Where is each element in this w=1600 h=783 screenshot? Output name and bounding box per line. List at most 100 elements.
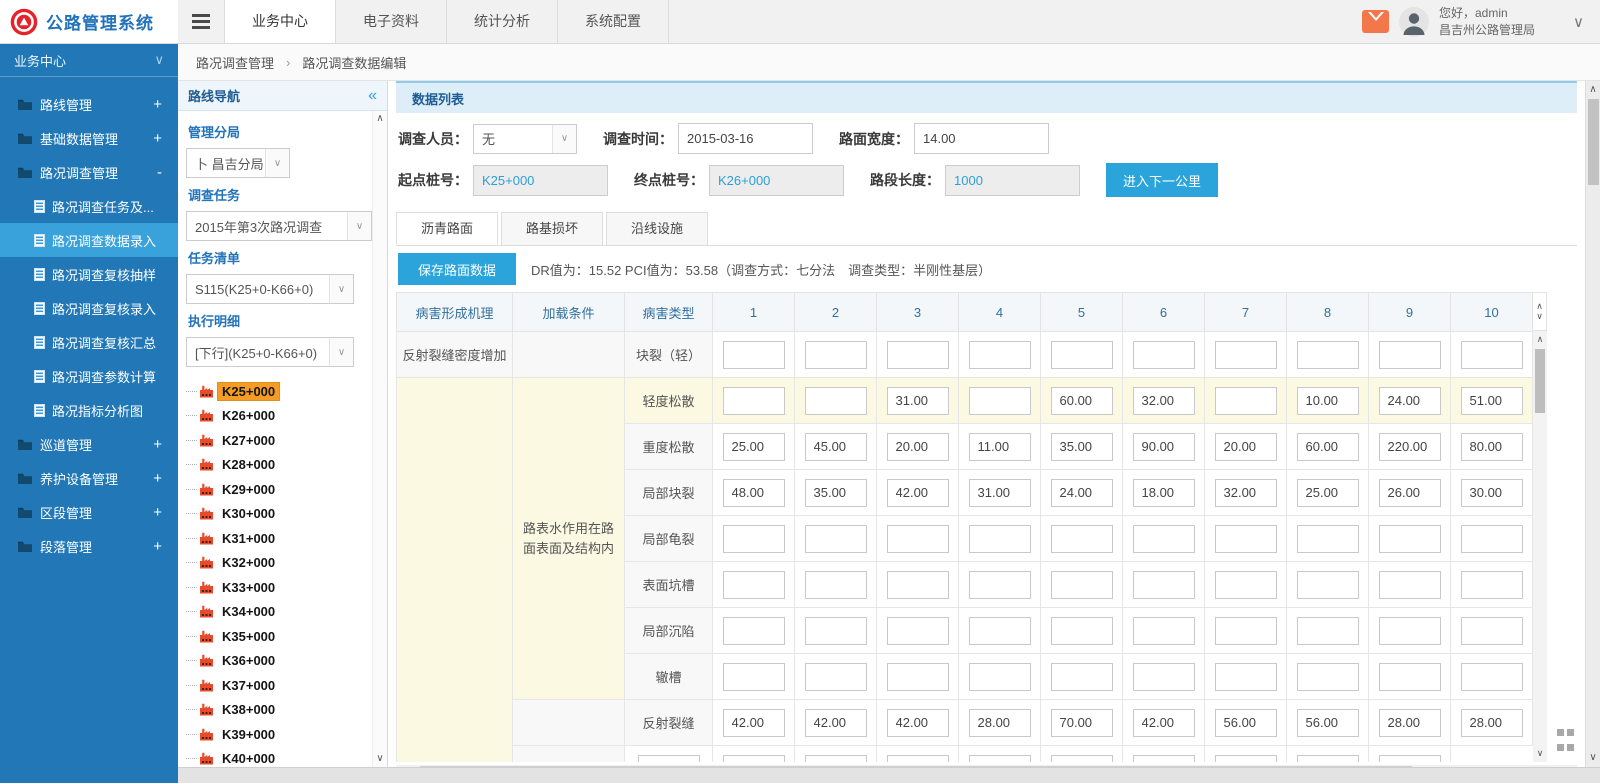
scroll-down-icon[interactable]: ∨	[1589, 752, 1596, 764]
damage-value-input[interactable]	[1215, 617, 1277, 645]
damage-value-input[interactable]	[969, 479, 1031, 507]
panel-vertical-scrollbar[interactable]: ∧ ∨	[372, 111, 387, 767]
scrollbar-thumb[interactable]	[1535, 349, 1545, 413]
station-node[interactable]: K26+000	[186, 404, 369, 429]
page-horizontal-scrollbar[interactable]	[178, 767, 1600, 783]
damage-value-input[interactable]	[1133, 341, 1195, 369]
nav-section-dropdown[interactable]: 卜 昌吉分局∨	[186, 148, 290, 178]
menu-toggle-icon[interactable]	[178, 0, 224, 43]
surveyor-select[interactable]: 无 ∨	[473, 124, 577, 154]
damage-value-input[interactable]	[1461, 341, 1523, 369]
damage-value-input[interactable]	[1297, 433, 1359, 461]
sidebar-subitem[interactable]: 路况调查复核录入	[0, 291, 178, 325]
tab-inactive[interactable]: 路基损坏	[501, 212, 603, 245]
sidebar-header[interactable]: 业务中心 ∨	[0, 44, 178, 77]
damage-value-input[interactable]	[1379, 341, 1441, 369]
chevron-down-icon[interactable]: ∨	[329, 338, 353, 366]
avatar[interactable]	[1399, 7, 1429, 37]
damage-value-input[interactable]	[1297, 525, 1359, 553]
station-node[interactable]: K35+000	[186, 624, 369, 649]
damage-value-input[interactable]	[969, 341, 1031, 369]
user-menu-chevron-down-icon[interactable]: ∨	[1573, 13, 1584, 31]
expand-toggle-icon[interactable]: -	[157, 164, 162, 181]
damage-value-input[interactable]	[887, 709, 949, 737]
damage-value-input[interactable]	[1051, 755, 1113, 763]
damage-value-input[interactable]	[1133, 479, 1195, 507]
nav-section-dropdown[interactable]: 2015年第3次路况调查∨	[186, 211, 372, 241]
station-node[interactable]: K32+000	[186, 551, 369, 576]
sidebar-subitem[interactable]: 路况调查参数计算	[0, 359, 178, 393]
damage-value-input[interactable]	[1133, 709, 1195, 737]
damage-value-input[interactable]	[1051, 433, 1113, 461]
damage-value-input[interactable]	[1133, 433, 1195, 461]
damage-value-input[interactable]	[805, 433, 867, 461]
damage-value-input[interactable]	[1051, 709, 1113, 737]
station-node[interactable]: K34+000	[186, 600, 369, 625]
station-node[interactable]: K31+000	[186, 526, 369, 551]
damage-value-input[interactable]	[969, 571, 1031, 599]
damage-value-input[interactable]	[723, 433, 785, 461]
scroll-down-icon[interactable]: ∨	[376, 754, 383, 764]
damage-value-input[interactable]	[723, 663, 785, 691]
damage-value-input[interactable]	[1297, 387, 1359, 415]
scroll-up-icon[interactable]: ∧	[1589, 84, 1596, 96]
damage-value-input[interactable]	[1051, 663, 1113, 691]
damage-value-input[interactable]	[723, 617, 785, 645]
damage-value-input[interactable]	[1133, 387, 1195, 415]
expand-toggle-icon[interactable]: +	[153, 504, 162, 521]
damage-value-input[interactable]	[1297, 755, 1359, 763]
damage-value-input[interactable]	[723, 571, 785, 599]
damage-value-input[interactable]	[887, 571, 949, 599]
chevron-down-icon[interactable]: ∨	[265, 149, 289, 177]
damage-value-input[interactable]	[1133, 571, 1195, 599]
damage-value-input[interactable]	[1379, 479, 1441, 507]
chevron-down-icon[interactable]: ∨	[347, 212, 371, 240]
station-node[interactable]: K27+000	[186, 428, 369, 453]
damage-value-input[interactable]	[805, 387, 867, 415]
damage-value-input[interactable]	[1379, 387, 1441, 415]
road-width-input[interactable]	[914, 123, 1049, 154]
expand-toggle-icon[interactable]: +	[153, 130, 162, 147]
damage-value-input[interactable]	[1297, 617, 1359, 645]
damage-value-input[interactable]	[723, 341, 785, 369]
damage-value-input[interactable]	[1297, 571, 1359, 599]
damage-value-input[interactable]	[1051, 617, 1113, 645]
damage-value-input[interactable]	[805, 341, 867, 369]
damage-value-input[interactable]	[1461, 663, 1523, 691]
damage-value-input[interactable]	[969, 663, 1031, 691]
scrollbar-thumb[interactable]	[1588, 99, 1599, 185]
damage-value-input[interactable]	[1215, 525, 1277, 553]
damage-value-input[interactable]	[1379, 709, 1441, 737]
damage-value-input[interactable]	[1297, 341, 1359, 369]
damage-value-input[interactable]	[1461, 617, 1523, 645]
station-node[interactable]: K36+000	[186, 649, 369, 674]
topnav-item[interactable]: 业务中心	[225, 0, 336, 43]
station-node[interactable]: K39+000	[186, 722, 369, 747]
damage-value-input[interactable]	[887, 433, 949, 461]
sidebar-item[interactable]: 基础数据管理+	[0, 121, 178, 155]
breadcrumb-parent[interactable]: 路况调查管理	[196, 53, 274, 72]
damage-value-input[interactable]	[1379, 663, 1441, 691]
scroll-right-icon[interactable]: ›	[1553, 765, 1577, 767]
damage-value-input[interactable]	[1051, 571, 1113, 599]
damage-value-input[interactable]	[969, 525, 1031, 553]
damage-value-input[interactable]	[1379, 525, 1441, 553]
damage-value-input[interactable]	[969, 617, 1031, 645]
collapse-panel-icon[interactable]: «	[368, 87, 377, 105]
damage-value-input[interactable]	[1215, 387, 1277, 415]
sidebar-subitem[interactable]: 路况调查数据录入	[0, 223, 178, 257]
next-kilometer-button[interactable]: 进入下一公里	[1106, 163, 1218, 197]
station-node[interactable]: K40+000	[186, 747, 369, 768]
sidebar-item[interactable]: 路线管理+	[0, 87, 178, 121]
resize-grip[interactable]	[1557, 729, 1575, 755]
expand-toggle-icon[interactable]: +	[153, 470, 162, 487]
damage-value-input[interactable]	[805, 525, 867, 553]
damage-value-input[interactable]	[723, 525, 785, 553]
scroll-up-icon[interactable]: ∧	[1537, 333, 1544, 346]
damage-value-input[interactable]	[1051, 479, 1113, 507]
station-node[interactable]: K25+000	[186, 379, 369, 404]
station-node[interactable]: K29+000	[186, 477, 369, 502]
damage-value-input[interactable]	[1215, 479, 1277, 507]
station-node[interactable]: K33+000	[186, 575, 369, 600]
damage-value-input[interactable]	[1379, 617, 1441, 645]
